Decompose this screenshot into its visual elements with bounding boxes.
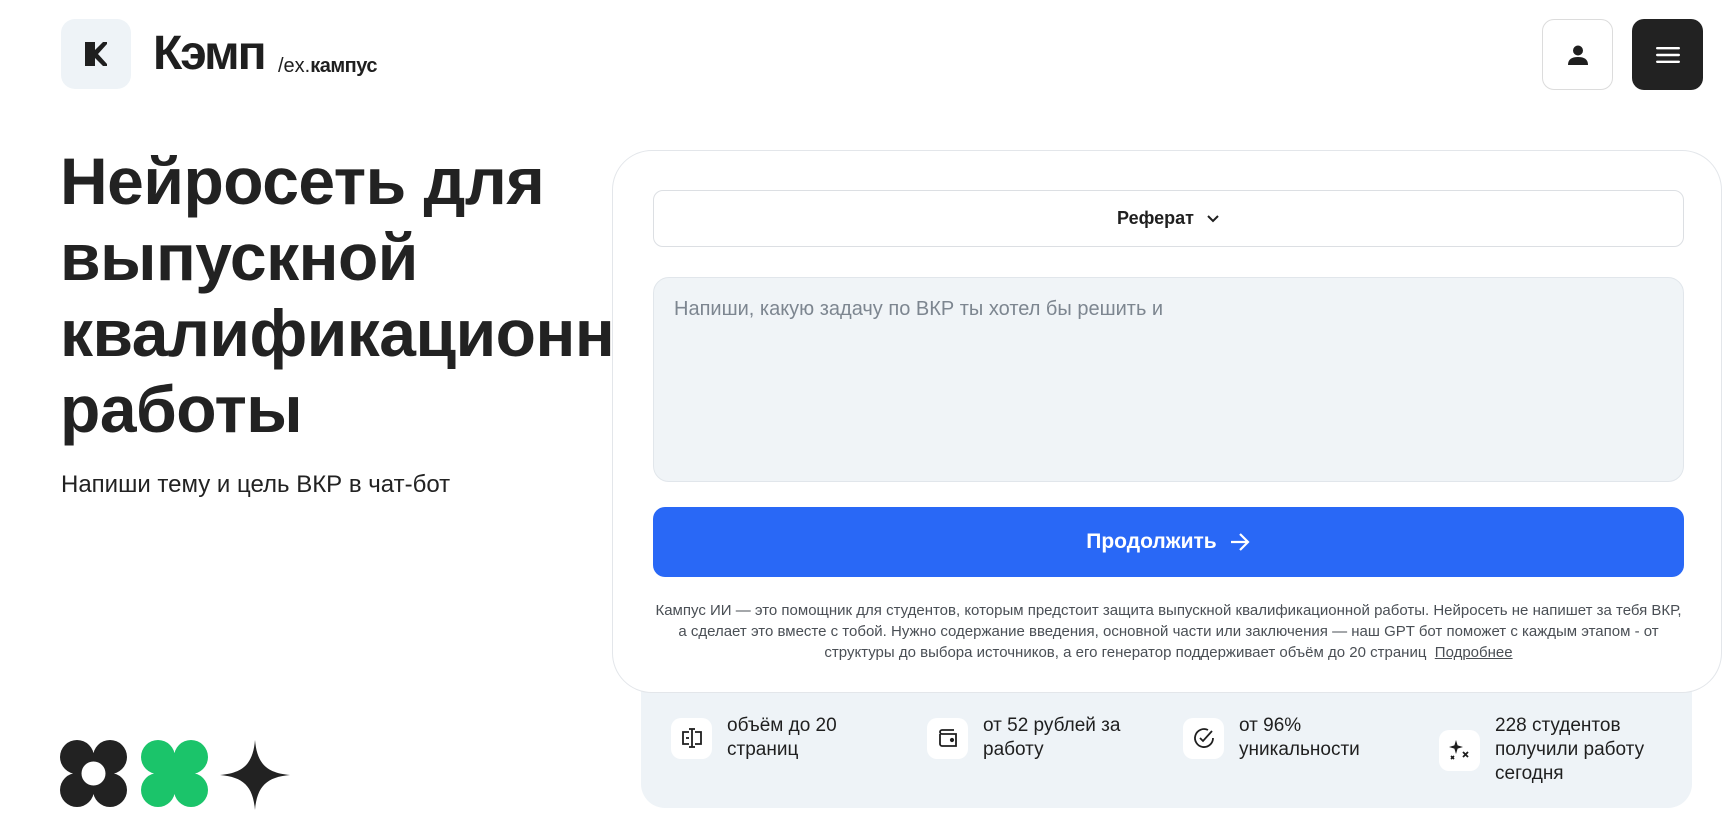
- continue-button[interactable]: Продолжить: [653, 507, 1684, 577]
- disclaimer-line-2: а сделает это вместе с тобой. Нужно соде…: [678, 623, 1659, 640]
- wallet-icon: [927, 717, 968, 759]
- stat-volume: объём до 20 страниц: [671, 714, 847, 762]
- hamburger-menu-icon: [1655, 46, 1680, 63]
- more-link[interactable]: Подробнее: [1435, 644, 1513, 661]
- disclaimer-line-1: Кампус ИИ — это помощник для студентов, …: [655, 602, 1682, 619]
- task-input[interactable]: [653, 277, 1684, 482]
- brand-former-name: /ex.кампус: [278, 54, 378, 78]
- brand-sub-name: кампус: [310, 55, 378, 77]
- user-icon: [1567, 45, 1588, 65]
- disclaimer-line-3: структуры до выбора источников, а его ге…: [653, 642, 1684, 663]
- disclaimer-text: Кампус ИИ — это помощник для студентов, …: [653, 600, 1684, 663]
- brand-name: Кэмп: [153, 27, 267, 80]
- stat-volume-text: объём до 20 страниц: [727, 715, 837, 760]
- stat-students: 228 студентов получили работу сегодня: [1439, 714, 1655, 786]
- page-title: Нейросеть для выпускной квалификационной…: [60, 144, 620, 446]
- work-type-select[interactable]: Реферат: [653, 190, 1684, 247]
- stat-uniqueness: от 96% уникальности: [1183, 714, 1369, 762]
- check-circle-icon: [1183, 717, 1224, 759]
- logo[interactable]: [61, 19, 131, 89]
- disclaimer-line-3-text: структуры до выбора источников, а его ге…: [824, 644, 1427, 661]
- stat-students-text: 228 студентов получили работу сегодня: [1495, 715, 1645, 784]
- brand-sub-prefix: /ex.: [278, 55, 311, 77]
- chevron-down-icon: [1206, 214, 1220, 223]
- green-clover-icon: [141, 740, 208, 807]
- request-form-card: Реферат Продолжить Кампус ИИ — это помощ…: [612, 150, 1722, 693]
- black-flower-icon: [60, 740, 127, 807]
- profile-button[interactable]: [1542, 19, 1613, 90]
- star-sparkle-icon: [220, 740, 290, 810]
- sparkles-icon: [1439, 729, 1480, 771]
- stat-price-text: от 52 рублей за работу: [983, 715, 1121, 760]
- arrow-right-icon: [1229, 532, 1251, 552]
- continue-button-label: Продолжить: [1086, 530, 1217, 553]
- stat-price: от 52 рублей за работу: [927, 714, 1123, 762]
- menu-button[interactable]: [1632, 19, 1703, 90]
- decorative-shapes: [60, 740, 290, 810]
- k-logo-icon: [85, 42, 107, 66]
- page-subtitle: Напиши тему и цель ВКР в чат-бот: [61, 471, 451, 498]
- text-cursor-icon: [671, 717, 712, 759]
- work-type-value: Реферат: [1117, 208, 1194, 228]
- stat-uniqueness-text: от 96% уникальности: [1239, 715, 1360, 760]
